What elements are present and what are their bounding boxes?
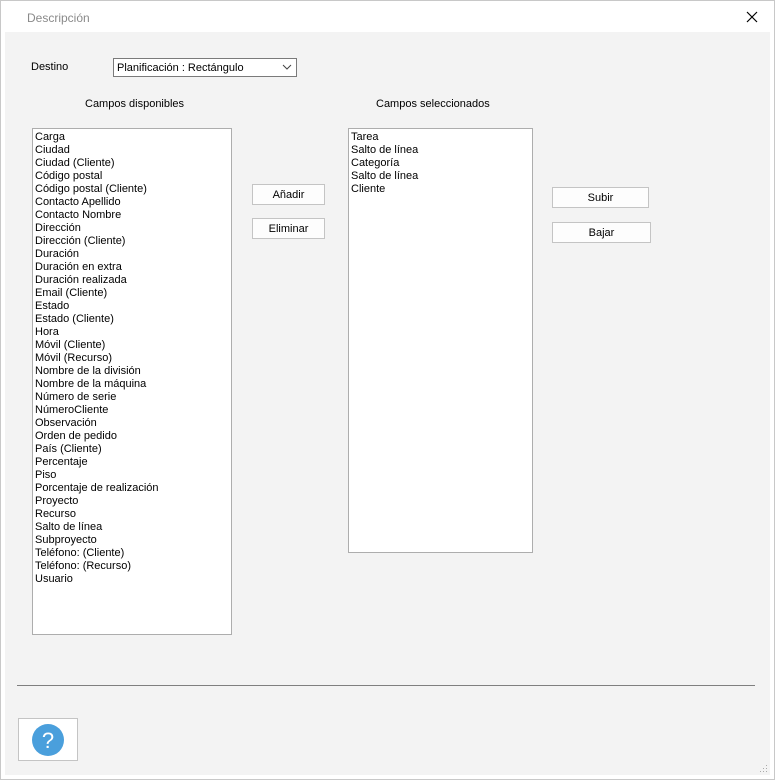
list-item[interactable]: Tarea [349,131,532,144]
add-button[interactable]: Añadir [252,184,325,205]
list-item[interactable]: Recurso [33,508,231,521]
list-item[interactable]: Salto de línea [33,521,231,534]
list-item[interactable]: Dirección (Cliente) [33,235,231,248]
list-item[interactable]: Número de serie [33,391,231,404]
list-item[interactable]: Estado (Cliente) [33,313,231,326]
help-icon: ? [32,723,64,756]
list-item[interactable]: Código postal [33,170,231,183]
list-item[interactable]: Porcentaje de realización [33,482,231,495]
list-item[interactable]: Email (Cliente) [33,287,231,300]
close-icon [746,11,758,23]
list-item[interactable]: Percentaje [33,456,231,469]
available-fields-list[interactable]: Carga Ciudad Ciudad (Cliente) Código postal… [32,128,232,635]
list-item[interactable]: Salto de línea [349,170,532,183]
list-item[interactable]: Contacto Apellido [33,196,231,209]
destination-select[interactable]: Planificación : Rectángulo [113,58,297,77]
list-item[interactable]: Móvil (Cliente) [33,339,231,352]
separator [17,685,755,686]
destination-value: Planificación : Rectángulo [117,62,244,74]
list-item[interactable]: NúmeroCliente [33,404,231,417]
title-bar: Descripción [1,1,774,32]
dialog-body: Destino Planificación : Rectángulo Campo… [5,32,770,775]
list-item[interactable]: Dirección [33,222,231,235]
list-item[interactable]: Duración en extra [33,261,231,274]
list-item[interactable]: Código postal (Cliente) [33,183,231,196]
destination-label: Destino [31,61,69,73]
list-item[interactable]: Orden de pedido [33,430,231,443]
list-item[interactable]: Ciudad [33,144,231,157]
dialog-window: Descripción Destino Planificación : Rect… [0,0,775,780]
list-item[interactable]: Contacto Nombre [33,209,231,222]
list-item[interactable]: Duración realizada [33,274,231,287]
list-item[interactable]: Duración [33,248,231,261]
list-item[interactable]: Hora [33,326,231,339]
help-button[interactable]: ? [18,718,78,761]
svg-text:?: ? [42,728,54,753]
list-item[interactable]: Móvil (Recurso) [33,352,231,365]
list-item[interactable]: Ciudad (Cliente) [33,157,231,170]
list-item[interactable]: Teléfono: (Recurso) [33,560,231,573]
close-button[interactable] [739,6,765,28]
selected-fields-list[interactable]: Tarea Salto de línea Categoría Salto de lín… [348,128,533,553]
list-item[interactable]: Observación [33,417,231,430]
list-item[interactable]: Carga [33,131,231,144]
list-item[interactable]: Usuario [33,573,231,586]
list-item[interactable]: Nombre de la máquina [33,378,231,391]
list-item[interactable]: Teléfono: (Cliente) [33,547,231,560]
resize-grip-icon[interactable] [758,763,768,773]
list-item[interactable]: Salto de línea [349,144,532,157]
window-title: Descripción [27,11,90,25]
available-fields-header: Campos disponibles [85,98,185,110]
list-item[interactable]: País (Cliente) [33,443,231,456]
list-item[interactable]: Proyecto [33,495,231,508]
list-item[interactable]: Categoría [349,157,532,170]
selected-fields-header: Campos seleccionados [376,98,490,110]
move-up-button[interactable]: Subir [552,187,649,208]
move-down-button[interactable]: Bajar [552,222,651,243]
remove-button[interactable]: Eliminar [252,218,325,239]
list-item[interactable]: Subproyecto [33,534,231,547]
chevron-down-icon [282,64,292,70]
list-item[interactable]: Estado [33,300,231,313]
list-item[interactable]: Cliente [349,183,532,196]
list-item[interactable]: Piso [33,469,231,482]
list-item[interactable]: Nombre de la división [33,365,231,378]
